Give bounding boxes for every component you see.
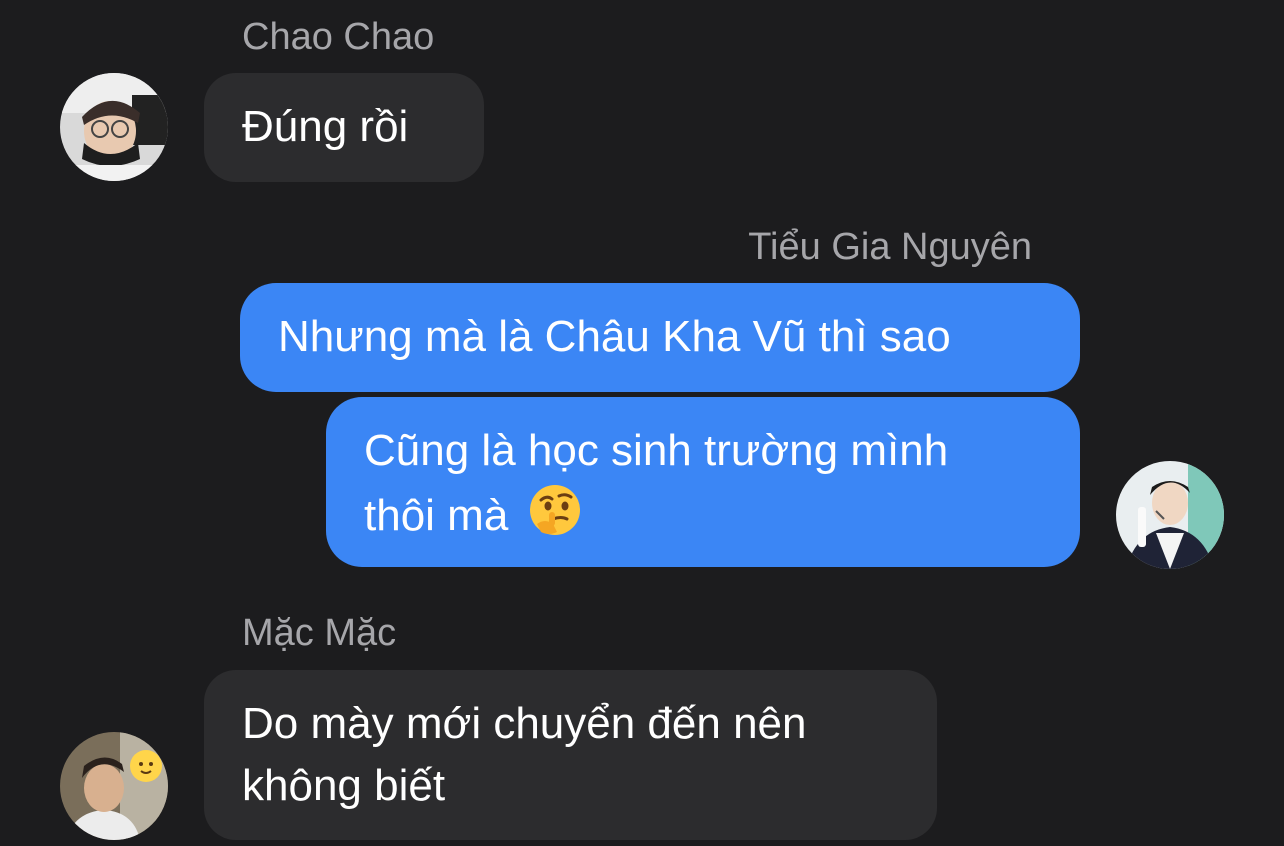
sender-name-mac-mac: Mặc Mặc <box>242 612 397 654</box>
message-text: Nhưng mà là Châu Kha Vũ thì sao <box>278 312 951 361</box>
message-bubble-4[interactable]: Do mày mới chuyển đến nên không biết <box>204 670 937 840</box>
avatar-image-icon <box>1116 461 1224 569</box>
sender-name-tieu-gia-nguyen: Tiểu Gia Nguyên <box>748 226 1032 268</box>
avatar-image-icon <box>60 73 168 181</box>
message-text-line-2: không biết <box>242 761 446 810</box>
message-text-line-1: Cũng là học sinh trường mình <box>364 426 949 475</box>
message-text-line-2-text: thôi mà <box>364 491 509 540</box>
message-bubble-2[interactable]: Nhưng mà là Châu Kha Vũ thì sao <box>240 283 1080 392</box>
message-bubble-1[interactable]: Đúng rồi <box>204 73 484 182</box>
sender-name-chao-chao: Chao Chao <box>242 16 435 58</box>
message-bubble-3[interactable]: Cũng là học sinh trường mình thôi mà <box>326 397 1080 567</box>
avatar-tieu-gia-nguyen[interactable] <box>1116 461 1224 569</box>
avatar-chao-chao[interactable] <box>60 73 168 181</box>
avatar-mac-mac[interactable] <box>60 732 168 840</box>
message-text: Đúng rồi <box>242 102 409 151</box>
message-text-line-2: thôi mà <box>364 482 1042 547</box>
thinking-face-emoji-icon <box>529 485 580 535</box>
avatar-image-icon <box>60 732 168 840</box>
message-text-line-1: Do mày mới chuyển đến nên <box>242 699 807 748</box>
